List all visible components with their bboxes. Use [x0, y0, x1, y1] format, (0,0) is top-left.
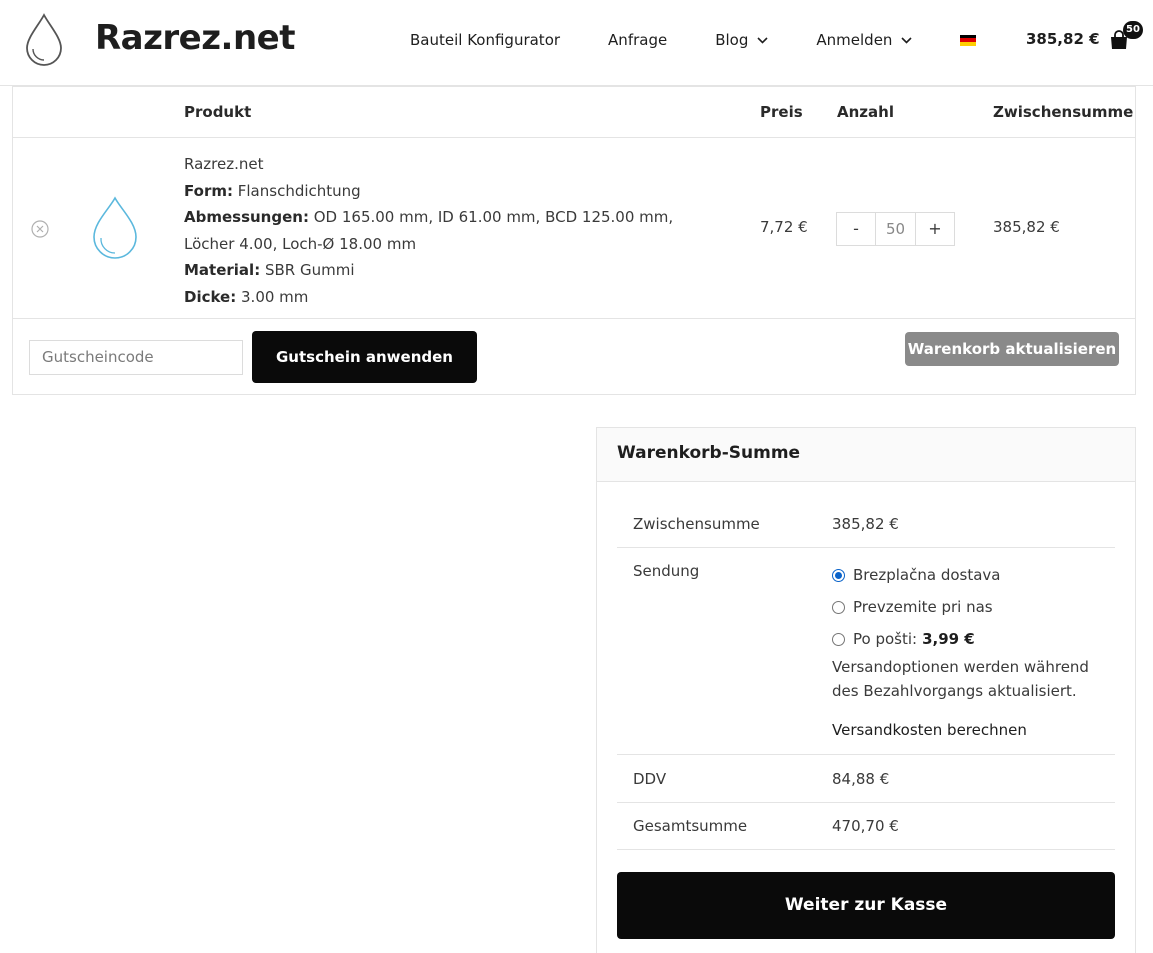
qty-decrease-button[interactable]: - [837, 213, 875, 245]
shipping-option-label: Brezplačna dostava [853, 566, 1001, 584]
german-flag-icon [960, 34, 977, 46]
product-material: Material: SBR Gummi [184, 257, 724, 284]
chevron-down-icon [901, 36, 913, 44]
shipping-note: Versandoptionen werden während des Bezah… [832, 658, 1089, 700]
nav-label: Bauteil Konfigurator [410, 31, 561, 49]
nav-label: Anfrage [608, 31, 668, 49]
attr-label: Dicke: [184, 287, 237, 306]
cart-totals-header: Warenkorb-Summe [597, 428, 1135, 482]
nav-item-bauteil-konfigurator[interactable]: Bauteil Konfigurator [410, 31, 560, 49]
divider [617, 754, 1115, 755]
product-thumbnail-drop-icon[interactable] [89, 195, 141, 261]
language-switcher[interactable] [960, 34, 977, 46]
cart-totals-title: Warenkorb-Summe [617, 443, 801, 463]
divider [617, 802, 1115, 803]
calculate-shipping-link[interactable]: Versandkosten berechnen [832, 721, 1027, 739]
column-header-product: Produkt [184, 103, 252, 121]
attr-value: SBR Gummi [264, 261, 355, 279]
column-header-quantity: Anzahl [837, 103, 894, 121]
product-thickness: Dicke: 3.00 mm [184, 284, 724, 311]
nav-label: Blog [715, 31, 749, 49]
coupon-code-input[interactable]: Gutscheincode [29, 340, 243, 375]
product-details: Razrez.net Form: Flanschdichtung Abmessu… [184, 151, 724, 310]
divider [13, 318, 1135, 319]
attr-value: Flanschdichtung [237, 181, 361, 200]
apply-coupon-button[interactable]: Gutschein anwenden [252, 331, 477, 383]
nav-item-blog[interactable]: Blog [715, 31, 768, 49]
shipping-option-pickup[interactable]: Prevzemite pri nas [832, 598, 993, 616]
cart-table: Produkt Preis Anzahl Zwischensumme Razre… [12, 86, 1136, 395]
shipping-label: Sendung [633, 562, 700, 580]
attr-value: 3.00 mm [241, 287, 309, 306]
total-value: 470,70 € [832, 817, 899, 835]
product-title[interactable]: Razrez.net [184, 151, 724, 178]
attr-label: Material: [184, 261, 261, 279]
item-price: 7,72 € [760, 218, 808, 236]
divider [617, 849, 1115, 850]
divider [13, 137, 1135, 138]
shipping-option-price: 3,99 € [922, 630, 975, 648]
shipping-option-label: Prevzemite pri nas [853, 598, 993, 616]
shipping-option-label: Po pošti: [853, 630, 918, 648]
shipping-option-post[interactable]: Po pošti: 3,99 € [832, 630, 975, 648]
proceed-to-checkout-button[interactable]: Weiter zur Kasse [617, 872, 1115, 939]
subtotal-label: Zwischensumme [633, 515, 760, 533]
radio[interactable] [832, 600, 845, 614]
radio[interactable] [832, 632, 845, 646]
cart-totals: Warenkorb-Summe Zwischensumme 385,82 € S… [596, 427, 1136, 953]
remove-item-icon[interactable] [31, 220, 49, 238]
main-nav: Bauteil Konfigurator Anfrage Blog Anmeld… [410, 28, 977, 52]
tax-label: DDV [633, 770, 667, 788]
product-dimensions: Abmessungen: OD 165.00 mm, ID 61.00 mm, … [184, 204, 724, 257]
qty-increase-button[interactable]: + [916, 213, 954, 245]
divider [617, 547, 1115, 548]
nav-label: Anmelden [816, 31, 893, 49]
column-header-price: Preis [760, 103, 803, 121]
drop-logo-icon[interactable] [24, 12, 64, 66]
site-header: Razrez.net Bauteil Konfigurator Anfrage … [0, 0, 1153, 86]
nav-item-anmelden[interactable]: Anmelden [816, 31, 913, 49]
qty-input[interactable]: 50 [875, 213, 916, 245]
item-subtotal: 385,82 € [993, 218, 1060, 236]
header-cart-total[interactable]: 385,82 € [1026, 30, 1100, 48]
tax-value: 84,88 € [832, 770, 890, 788]
quantity-stepper: - 50 + [836, 212, 955, 246]
radio-selected[interactable] [832, 568, 845, 582]
attr-label: Abmessungen: [184, 208, 309, 226]
site-logo-text[interactable]: Razrez.net [95, 18, 295, 58]
chevron-down-icon [757, 36, 768, 44]
cart-count-badge: 50 [1123, 21, 1143, 39]
nav-item-anfrage[interactable]: Anfrage [608, 31, 667, 49]
total-label: Gesamtsumme [633, 817, 748, 835]
shipping-option-free[interactable]: Brezplačna dostava [832, 566, 1000, 584]
subtotal-value: 385,82 € [832, 515, 899, 533]
attr-label: Form: [184, 181, 233, 200]
update-cart-button[interactable]: Warenkorb aktualisieren [905, 332, 1119, 366]
column-header-subtotal: Zwischensumme [993, 103, 1134, 121]
product-form: Form: Flanschdichtung [184, 178, 724, 205]
